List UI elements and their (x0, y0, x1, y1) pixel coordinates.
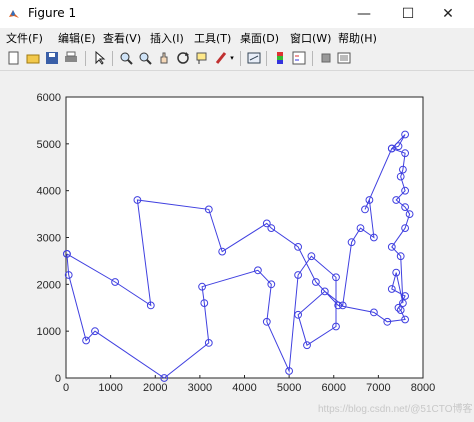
figure-window: Figure 1 — ☐ ✕ 文件(F) 编辑(E) 查看(V) 插入(I) 工… (0, 0, 474, 422)
x-tick-label: 4000 (232, 382, 256, 394)
x-tick-label: 7000 (366, 382, 390, 394)
x-tick-label: 8000 (411, 382, 435, 394)
x-tick-label: 5000 (277, 382, 301, 394)
watermark-text: https://blog.csdn.net/@51CTO博客 (318, 404, 473, 415)
x-tick-label: 1000 (98, 382, 122, 394)
x-tick-label: 2000 (143, 382, 167, 394)
x-tick-label: 6000 (322, 382, 346, 394)
x-tick-label: 3000 (188, 382, 212, 394)
y-tick-label: 3000 (37, 233, 61, 245)
y-tick-label: 2000 (37, 279, 61, 291)
y-tick-label: 0 (55, 373, 61, 385)
line-plot[interactable]: 0 1000 2000 3000 4000 5000 6000 7000 8000 0 1000 20… (0, 0, 474, 422)
y-tick-label: 4000 (37, 186, 61, 198)
y-tick-label: 1000 (37, 326, 61, 338)
x-tick-label: 0 (63, 382, 69, 394)
y-tick-label: 5000 (37, 139, 61, 151)
y-tick-label: 6000 (37, 92, 61, 104)
